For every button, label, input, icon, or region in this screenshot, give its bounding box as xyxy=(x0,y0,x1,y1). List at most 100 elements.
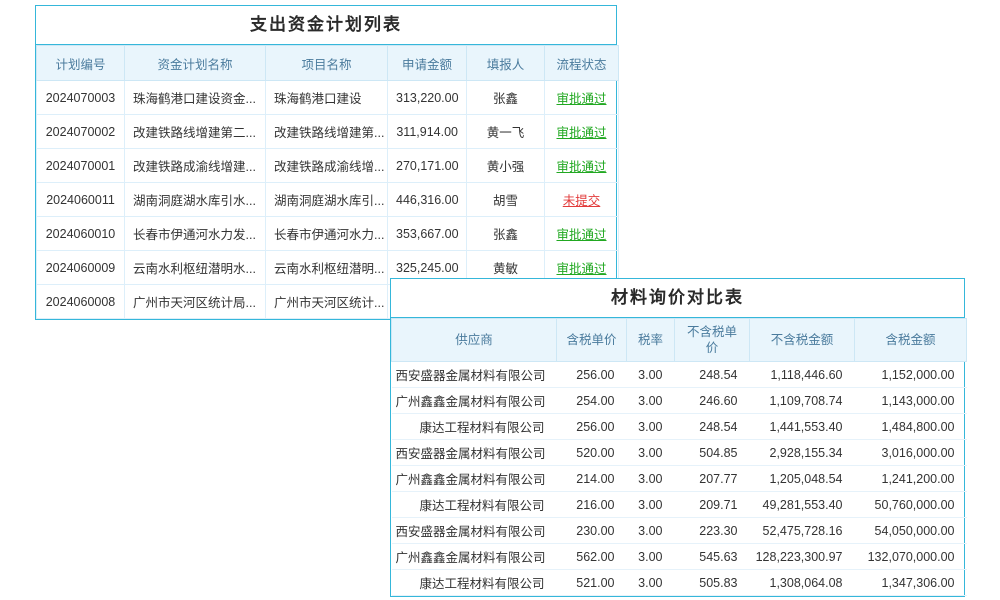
materials-header-row: 供应商 含税单价 税率 不含税单价 不含税金额 含税金额 xyxy=(392,319,967,362)
tax-rate-value: 3.00 xyxy=(627,388,675,414)
plan-name-link[interactable]: 广州市天河区统计局... xyxy=(125,285,266,319)
amount-value: 54,050,000.00 xyxy=(855,518,967,544)
supplier-name-link[interactable]: 广州鑫鑫金属材料有限公司 xyxy=(392,388,557,414)
plan-name-link[interactable]: 长春市伊通河水力发... xyxy=(125,217,266,251)
expense-plan-panel: 支出资金计划列表 计划编号 资金计划名称 项目名称 申请金额 填报人 流程状态 … xyxy=(35,5,617,320)
plan-name-link[interactable]: 改建铁路成渝线增建... xyxy=(125,149,266,183)
supplier-name-link[interactable]: 广州鑫鑫金属材料有限公司 xyxy=(392,544,557,570)
plan-id-link[interactable]: 2024070001 xyxy=(37,149,125,183)
plan-id-link[interactable]: 2024070002 xyxy=(37,115,125,149)
net-unit-price-value: 246.60 xyxy=(675,388,750,414)
column-header-plan-name: 资金计划名称 xyxy=(125,46,266,81)
table-row: 广州鑫鑫金属材料有限公司 254.00 3.00 246.60 1,109,70… xyxy=(392,388,967,414)
amount-value: 313,220.00 xyxy=(388,81,467,115)
unit-price-value: 256.00 xyxy=(557,362,627,388)
project-name-link[interactable]: 广州市天河区统计... xyxy=(266,285,388,319)
table-row: 2024060011 湖南洞庭湖水库引水... 湖南洞庭湖水库引... 446,… xyxy=(37,183,619,217)
plan-id-link[interactable]: 2024060011 xyxy=(37,183,125,217)
tax-rate-value: 3.00 xyxy=(627,414,675,440)
supplier-name-link[interactable]: 西安盛器金属材料有限公司 xyxy=(392,518,557,544)
plan-name-link[interactable]: 云南水利枢纽潜明水... xyxy=(125,251,266,285)
status-link[interactable]: 审批通过 xyxy=(556,262,606,276)
amount-value: 353,667.00 xyxy=(388,217,467,251)
person-name: 黄小强 xyxy=(467,149,545,183)
plan-name-link[interactable]: 改建铁路线增建第二... xyxy=(125,115,266,149)
unit-price-value: 230.00 xyxy=(557,518,627,544)
plan-name-link[interactable]: 湖南洞庭湖水库引水... xyxy=(125,183,266,217)
net-unit-price-value: 248.54 xyxy=(675,414,750,440)
status-link[interactable]: 审批通过 xyxy=(556,92,606,106)
table-row: 广州鑫鑫金属材料有限公司 214.00 3.00 207.77 1,205,04… xyxy=(392,466,967,492)
column-header-plan-id: 计划编号 xyxy=(37,46,125,81)
plan-name-link[interactable]: 珠海鹤港口建设资金... xyxy=(125,81,266,115)
net-amount-value: 1,118,446.60 xyxy=(750,362,855,388)
expense-header-row: 计划编号 资金计划名称 项目名称 申请金额 填报人 流程状态 xyxy=(37,46,619,81)
plan-id-link[interactable]: 2024060008 xyxy=(37,285,125,319)
unit-price-value: 256.00 xyxy=(557,414,627,440)
status-link[interactable]: 审批通过 xyxy=(556,126,606,140)
status-link[interactable]: 审批通过 xyxy=(556,228,606,242)
material-panel-title: 材料询价对比表 xyxy=(391,279,964,318)
table-row: 康达工程材料有限公司 256.00 3.00 248.54 1,441,553.… xyxy=(392,414,967,440)
project-name-link[interactable]: 改建铁路成渝线增... xyxy=(266,149,388,183)
person-name: 胡雪 xyxy=(467,183,545,217)
column-header-supplier: 供应商 xyxy=(392,319,557,362)
supplier-name-link[interactable]: 康达工程材料有限公司 xyxy=(392,492,557,518)
net-unit-price-value: 504.85 xyxy=(675,440,750,466)
column-header-amount: 申请金额 xyxy=(388,46,467,81)
net-amount-value: 1,109,708.74 xyxy=(750,388,855,414)
person-name: 张鑫 xyxy=(467,217,545,251)
supplier-name-link[interactable]: 广州鑫鑫金属材料有限公司 xyxy=(392,466,557,492)
supplier-name-link[interactable]: 西安盛器金属材料有限公司 xyxy=(392,362,557,388)
unit-price-value: 520.00 xyxy=(557,440,627,466)
column-header-net-unit-price: 不含税单价 xyxy=(675,319,750,362)
column-header-net-amount: 不含税金额 xyxy=(750,319,855,362)
tax-rate-value: 3.00 xyxy=(627,544,675,570)
net-amount-value: 52,475,728.16 xyxy=(750,518,855,544)
supplier-name-link[interactable]: 康达工程材料有限公司 xyxy=(392,414,557,440)
amount-value: 1,484,800.00 xyxy=(855,414,967,440)
column-header-person: 填报人 xyxy=(467,46,545,81)
amount-value: 1,143,000.00 xyxy=(855,388,967,414)
amount-value: 446,316.00 xyxy=(388,183,467,217)
plan-id-link[interactable]: 2024070003 xyxy=(37,81,125,115)
net-amount-value: 1,308,064.08 xyxy=(750,570,855,596)
project-name-link[interactable]: 长春市伊通河水力... xyxy=(266,217,388,251)
tax-rate-value: 3.00 xyxy=(627,518,675,544)
status-link[interactable]: 审批通过 xyxy=(556,160,606,174)
amount-value: 311,914.00 xyxy=(388,115,467,149)
table-row: 2024070001 改建铁路成渝线增建... 改建铁路成渝线增... 270,… xyxy=(37,149,619,183)
net-unit-price-value: 207.77 xyxy=(675,466,750,492)
table-row: 2024060010 长春市伊通河水力发... 长春市伊通河水力... 353,… xyxy=(37,217,619,251)
table-row: 西安盛器金属材料有限公司 256.00 3.00 248.54 1,118,44… xyxy=(392,362,967,388)
supplier-name-link[interactable]: 康达工程材料有限公司 xyxy=(392,570,557,596)
project-name-link[interactable]: 云南水利枢纽潜明... xyxy=(266,251,388,285)
unit-price-value: 521.00 xyxy=(557,570,627,596)
plan-id-link[interactable]: 2024060010 xyxy=(37,217,125,251)
tax-rate-value: 3.00 xyxy=(627,362,675,388)
person-name: 张鑫 xyxy=(467,81,545,115)
unit-price-value: 562.00 xyxy=(557,544,627,570)
column-header-status: 流程状态 xyxy=(545,46,619,81)
status-link[interactable]: 未提交 xyxy=(563,194,601,208)
unit-price-value: 214.00 xyxy=(557,466,627,492)
column-header-project-name: 项目名称 xyxy=(266,46,388,81)
material-inquiry-panel: 材料询价对比表 供应商 含税单价 税率 不含税单价 不含税金额 含税金额 西安盛… xyxy=(390,278,965,597)
amount-value: 50,760,000.00 xyxy=(855,492,967,518)
table-row: 西安盛器金属材料有限公司 520.00 3.00 504.85 2,928,15… xyxy=(392,440,967,466)
tax-rate-value: 3.00 xyxy=(627,492,675,518)
net-amount-value: 128,223,300.97 xyxy=(750,544,855,570)
project-name-link[interactable]: 珠海鹤港口建设 xyxy=(266,81,388,115)
unit-price-value: 254.00 xyxy=(557,388,627,414)
project-name-link[interactable]: 改建铁路线增建第... xyxy=(266,115,388,149)
table-row: 广州鑫鑫金属材料有限公司 562.00 3.00 545.63 128,223,… xyxy=(392,544,967,570)
plan-id-link[interactable]: 2024060009 xyxy=(37,251,125,285)
supplier-name-link[interactable]: 西安盛器金属材料有限公司 xyxy=(392,440,557,466)
net-unit-price-value: 209.71 xyxy=(675,492,750,518)
table-row: 2024070003 珠海鹤港口建设资金... 珠海鹤港口建设 313,220.… xyxy=(37,81,619,115)
project-name-link[interactable]: 湖南洞庭湖水库引... xyxy=(266,183,388,217)
expense-panel-title: 支出资金计划列表 xyxy=(36,6,616,45)
table-row: 西安盛器金属材料有限公司 230.00 3.00 223.30 52,475,7… xyxy=(392,518,967,544)
tax-rate-value: 3.00 xyxy=(627,570,675,596)
net-amount-value: 49,281,553.40 xyxy=(750,492,855,518)
